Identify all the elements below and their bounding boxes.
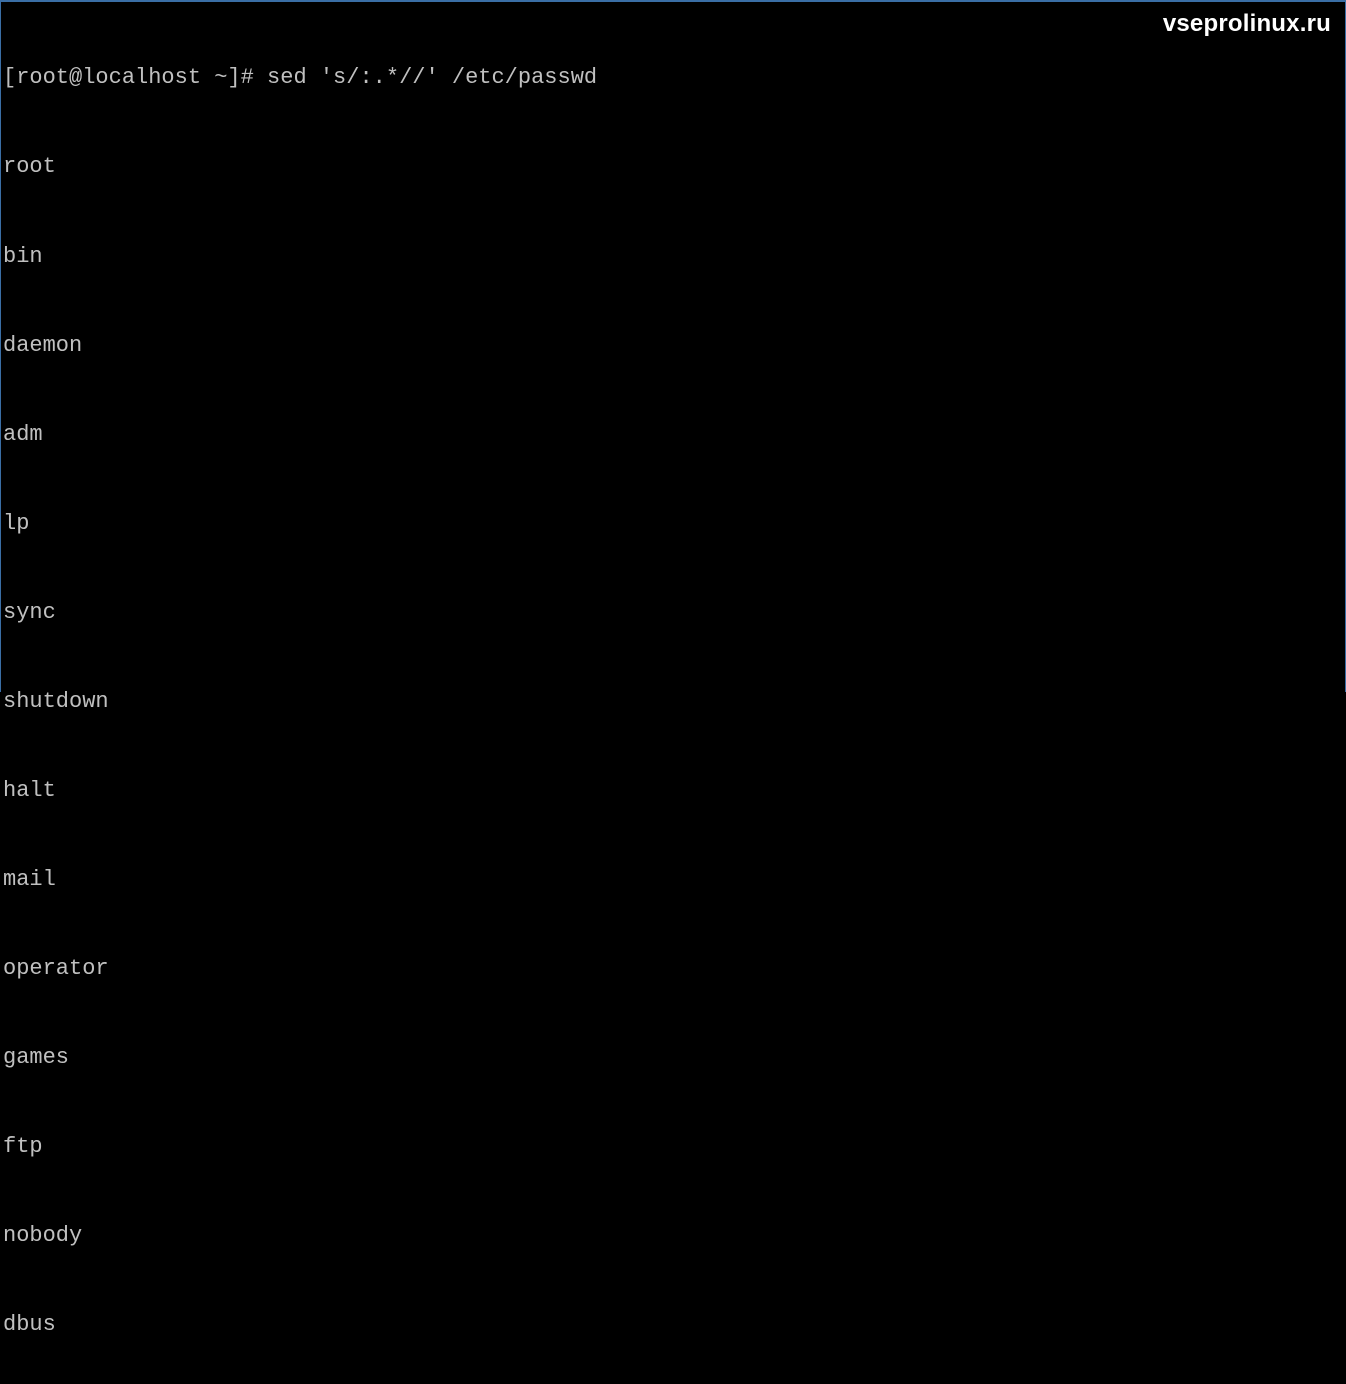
output-line: operator [3, 954, 1345, 984]
output-line: adm [3, 420, 1345, 450]
watermark-label: vseprolinux.ru [1163, 8, 1331, 40]
shell-prompt-line: [root@localhost ~]# sed 's/:.*//' /etc/p… [3, 63, 1345, 93]
output-line: bin [3, 242, 1345, 272]
output-line: games [3, 1043, 1345, 1073]
output-line: root [3, 152, 1345, 182]
output-line: ftp [3, 1132, 1345, 1162]
output-line: nobody [3, 1221, 1345, 1251]
output-line: sync [3, 598, 1345, 628]
output-line: halt [3, 776, 1345, 806]
output-line: daemon [3, 331, 1345, 361]
output-line: dbus [3, 1310, 1345, 1340]
terminal-window[interactable]: [root@localhost ~]# sed 's/:.*//' /etc/p… [1, 2, 1345, 1384]
output-line: lp [3, 509, 1345, 539]
output-line: shutdown [3, 687, 1345, 717]
output-line: mail [3, 865, 1345, 895]
